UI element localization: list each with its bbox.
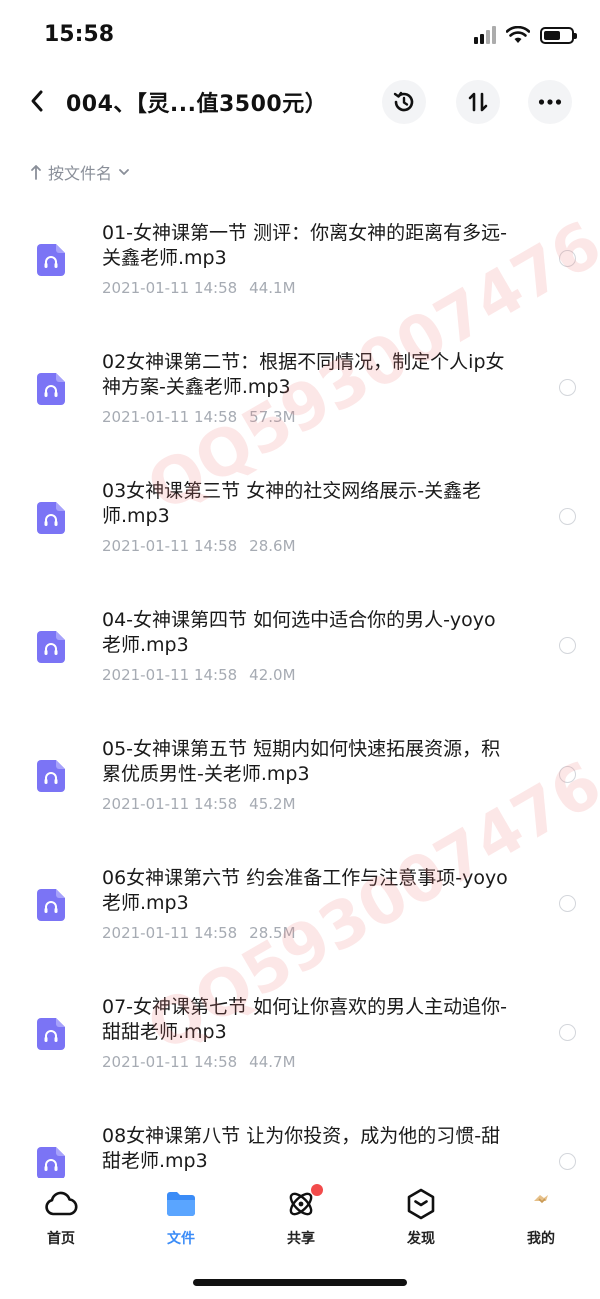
file-list-item[interactable]: 06女神课第六节 约会准备工作与注意事项-yoyo老师.mp3 2021-01-… [0,850,600,979]
audio-file-icon [37,1147,65,1179]
page-title: 004、【灵...值3500元） [66,92,328,117]
file-name: 04-女神课第四节 如何选中适合你的男人-yoyo老师.mp3 [102,609,496,656]
file-list: 01-女神课第一节 测评：你离女神的距离有多远-关鑫老师.mp3 2021-01… [0,205,600,1237]
file-date: 2021-01-11 14:58 [102,408,238,426]
audio-file-icon [37,502,65,534]
tab-label: 我的 [527,1231,555,1247]
file-name: 07-女神课第七节 如何让你喜欢的男人主动追你-甜甜老师.mp3 [102,996,507,1043]
back-button[interactable] [20,84,54,118]
file-meta: 2021-01-11 14:58 28.5M [102,924,296,942]
file-size: 44.7M [249,1053,296,1071]
audio-file-icon [37,760,65,792]
select-radio[interactable] [559,250,576,267]
tab-share[interactable]: 共享 [261,1184,341,1248]
select-radio[interactable] [559,508,576,525]
battery-icon [540,26,577,44]
file-meta: 2021-01-11 14:58 42.0M [102,666,296,684]
select-radio[interactable] [559,895,576,912]
audio-file-icon [37,1018,65,1050]
file-size: 57.3M [249,408,296,426]
audio-file-icon [37,631,65,663]
file-meta: 2021-01-11 14:58 57.3M [102,408,296,426]
tab-home[interactable]: 首页 [21,1186,101,1248]
header: 004、【灵...值3500元） [0,72,600,132]
tab-label: 共享 [287,1231,315,1247]
sort-arrows-icon [468,92,488,112]
file-size: 28.6M [249,537,296,555]
discover-hexagon-icon [407,1188,435,1220]
file-name: 08女神课第八节 让为你投资，成为他的习惯-甜甜老师.mp3 [102,1125,501,1172]
audio-file-icon [37,373,65,405]
file-date: 2021-01-11 14:58 [102,666,238,684]
wifi-icon [506,26,530,43]
file-name: 03女神课第三节 女神的社交网络展示-关鑫老师.mp3 [102,480,482,527]
file-date: 2021-01-11 14:58 [102,795,238,813]
file-list-item[interactable]: 02女神课第二节：根据不同情况，制定个人ip女神方案-关鑫老师.mp3 2021… [0,334,600,463]
file-date: 2021-01-11 14:58 [102,279,238,297]
file-date: 2021-01-11 14:58 [102,537,238,555]
tab-label: 发现 [407,1231,435,1247]
file-list-item[interactable]: 01-女神课第一节 测评：你离女神的距离有多远-关鑫老师.mp3 2021-01… [0,205,600,334]
sort-selector[interactable]: 按文件名 [30,160,130,184]
status-bar: 15:58 [0,0,600,70]
more-button[interactable] [528,80,572,124]
notification-badge [311,1184,323,1196]
tab-files[interactable]: 文件 [141,1186,221,1248]
sort-toggle-button[interactable] [456,80,500,124]
file-size: 42.0M [249,666,296,684]
file-meta: 2021-01-11 14:58 44.1M [102,279,296,297]
audio-file-icon [37,244,65,276]
file-list-item[interactable]: 05-女神课第五节 短期内如何快速拓展资源，积累优质男性-关老师.mp3 202… [0,721,600,850]
sort-label: 按文件名 [48,164,113,183]
avatar-icon [534,1195,548,1204]
chevron-down-icon [119,169,129,175]
file-name: 06女神课第六节 约会准备工作与注意事项-yoyo老师.mp3 [102,867,508,914]
select-radio[interactable] [559,1153,576,1170]
file-list-item[interactable]: 04-女神课第四节 如何选中适合你的男人-yoyo老师.mp3 2021-01-… [0,592,600,721]
tab-discover[interactable]: 发现 [381,1186,461,1248]
file-name: 01-女神课第一节 测评：你离女神的距离有多远-关鑫老师.mp3 [102,222,507,269]
folder-icon [167,1192,195,1216]
history-icon [393,91,414,112]
file-meta: 2021-01-11 14:58 45.2M [102,795,296,813]
audio-file-icon [37,889,65,921]
file-name: 02女神课第二节：根据不同情况，制定个人ip女神方案-关鑫老师.mp3 [102,351,505,398]
file-meta: 2021-01-11 14:58 44.7M [102,1053,296,1071]
select-radio[interactable] [559,379,576,396]
chevron-left-icon [31,90,43,112]
home-indicator [193,1279,407,1286]
file-size: 28.5M [249,924,296,942]
cloud-icon [45,1191,78,1216]
file-list-item[interactable]: 03女神课第三节 女神的社交网络展示-关鑫老师.mp3 2021-01-11 1… [0,463,600,592]
file-date: 2021-01-11 14:58 [102,924,238,942]
tab-label: 首页 [47,1231,75,1247]
status-icons [474,26,577,44]
file-meta: 2021-01-11 14:58 28.6M [102,537,296,555]
file-date: 2021-01-11 14:58 [102,1053,238,1071]
select-radio[interactable] [559,1024,576,1041]
tab-profile[interactable]: 我的 [501,1186,581,1248]
select-radio[interactable] [559,637,576,654]
more-dots-icon [538,99,562,105]
select-radio[interactable] [559,766,576,783]
arrow-up-icon [31,165,41,180]
file-list-item[interactable]: 07-女神课第七节 如何让你喜欢的男人主动追你-甜甜老师.mp3 2021-01… [0,979,600,1108]
bottom-tab-bar: 首页 文件 共享 发现 我的 [0,1178,600,1258]
file-size: 45.2M [249,795,296,813]
tab-label: 文件 [167,1231,195,1247]
status-time: 15:58 [44,22,115,47]
file-name: 05-女神课第五节 短期内如何快速拓展资源，积累优质男性-关老师.mp3 [102,738,501,785]
cellular-signal-icon [474,26,496,44]
history-button[interactable] [382,80,426,124]
file-size: 44.1M [249,279,296,297]
